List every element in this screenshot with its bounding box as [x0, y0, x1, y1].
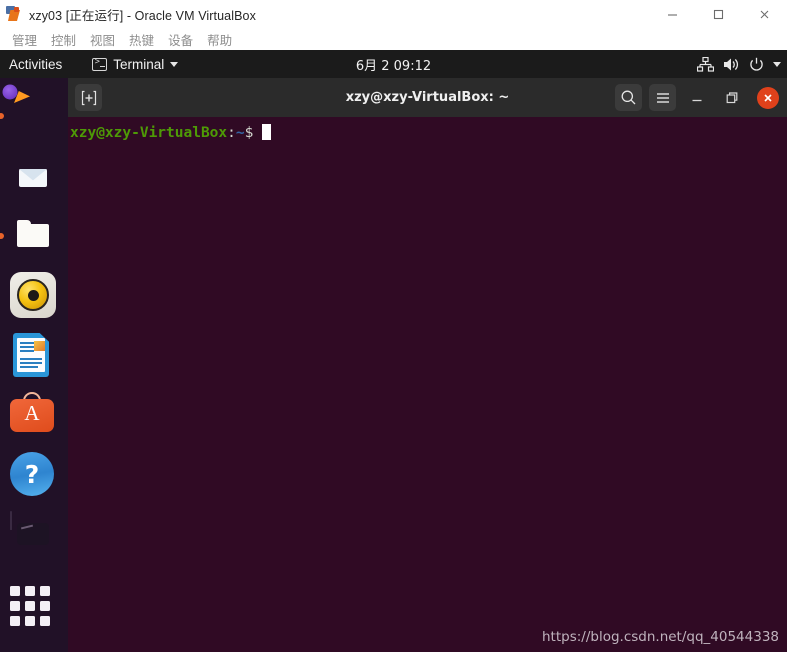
- activities-button[interactable]: Activities: [0, 50, 72, 78]
- dock-item-thunderbird[interactable]: [10, 152, 58, 200]
- prompt-line: xzy@xzy-VirtualBox:~$: [70, 124, 787, 142]
- terminal-header-controls: [615, 84, 787, 112]
- gnome-top-bar: Activities Terminal 6月 2 09:12: [0, 50, 787, 78]
- hamburger-menu-button[interactable]: [649, 84, 676, 111]
- terminal-output-area[interactable]: xzy@xzy-VirtualBox:~$ https://blog.csdn.…: [68, 117, 787, 652]
- dock-item-libreoffice-writer[interactable]: [10, 332, 58, 380]
- watermark: https://blog.csdn.net/qq_40544338: [541, 629, 779, 646]
- dock-item-show-applications[interactable]: [10, 572, 58, 626]
- rhythmbox-icon: [10, 272, 56, 318]
- menu-item-devices[interactable]: 设备: [161, 30, 200, 49]
- dock-item-files[interactable]: [0, 212, 58, 260]
- terminal-icon: [92, 57, 108, 71]
- system-status-area[interactable]: [697, 50, 781, 78]
- menu-item-manage[interactable]: 管理: [5, 30, 44, 49]
- software-glyph: A: [24, 401, 40, 425]
- volume-icon: [723, 57, 740, 72]
- terminal-window: xzy@xzy-VirtualBox: ~ xzy@xzy-VirtualBox…: [68, 78, 787, 652]
- terminal-minimize-button[interactable]: [683, 84, 711, 112]
- dock-item-ubuntu-software[interactable]: A: [10, 392, 58, 440]
- help-icon: ?: [10, 452, 54, 496]
- menu-item-control[interactable]: 控制: [44, 30, 83, 49]
- terminal-maximize-button[interactable]: [718, 84, 746, 112]
- network-wired-icon: [697, 56, 714, 72]
- screenshot-root: xzy03 [正在运行] - Oracle VM VirtualBox 管理 控…: [0, 0, 787, 652]
- app-menu-terminal[interactable]: Terminal: [86, 50, 184, 78]
- prompt-colon: :: [227, 125, 236, 141]
- running-indicator-dot: [0, 113, 4, 119]
- terminal-header-bar: xzy@xzy-VirtualBox: ~: [68, 78, 787, 117]
- chevron-down-icon: [170, 61, 179, 67]
- virtualbox-icon: [6, 6, 22, 22]
- power-icon: [749, 57, 764, 72]
- search-button[interactable]: [615, 84, 642, 111]
- dock-item-firefox[interactable]: [0, 92, 58, 140]
- virtualbox-window-controls: [649, 0, 787, 28]
- host-close-button[interactable]: [741, 0, 787, 28]
- prompt-symbol: $: [244, 125, 254, 141]
- app-menu-label: Terminal: [113, 56, 165, 72]
- prompt-user-host: xzy@xzy-VirtualBox: [70, 125, 228, 141]
- text-cursor: [262, 124, 272, 140]
- ubuntu-dock: A ?: [0, 78, 68, 652]
- virtualbox-window-title: xzy03 [正在运行] - Oracle VM VirtualBox: [29, 8, 256, 23]
- virtualbox-menubar: 管理 控制 视图 热键 设备 帮助: [0, 28, 787, 50]
- menu-item-hotkeys[interactable]: 热键: [122, 30, 161, 49]
- menu-item-help[interactable]: 帮助: [200, 30, 239, 49]
- status-chevron-down-icon: [773, 61, 781, 67]
- host-minimize-button[interactable]: [649, 0, 695, 28]
- trash-icon: [10, 511, 12, 530]
- terminal-close-button[interactable]: [757, 86, 779, 109]
- host-maximize-button[interactable]: [695, 0, 741, 28]
- new-tab-button[interactable]: [75, 84, 102, 111]
- running-indicator-dot: [0, 233, 4, 239]
- dock-item-help[interactable]: ?: [10, 452, 58, 500]
- guest-screen: Activities Terminal 6月 2 09:12: [0, 50, 787, 652]
- dock-item-trash[interactable]: [10, 511, 58, 560]
- virtualbox-titlebar: xzy03 [正在运行] - Oracle VM VirtualBox: [0, 0, 787, 28]
- prompt-path: ~: [235, 125, 245, 141]
- menu-item-view[interactable]: 视图: [83, 30, 122, 49]
- dock-item-rhythmbox[interactable]: [10, 272, 58, 320]
- app-grid-icon: [10, 586, 50, 626]
